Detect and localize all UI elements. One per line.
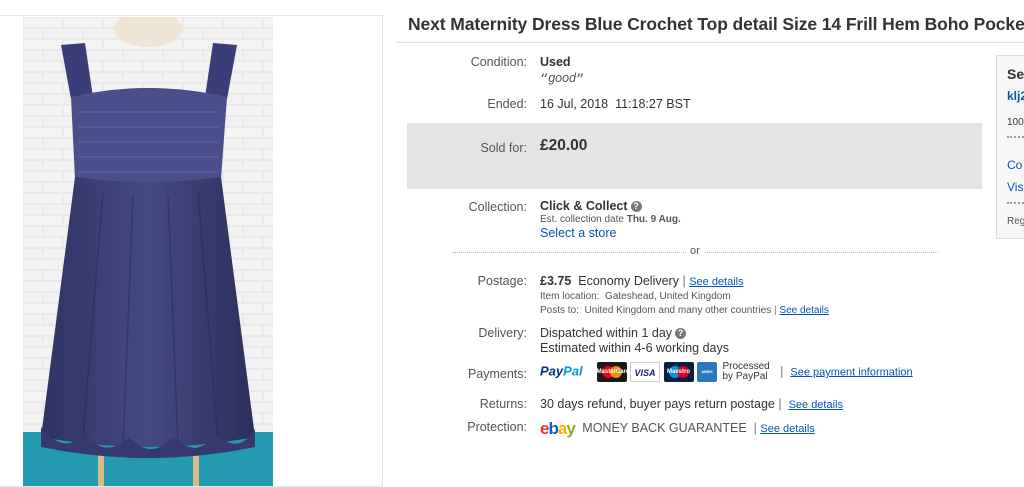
ended-time: 11:18:27 BST — [615, 97, 691, 111]
seller-divider — [1007, 136, 1024, 138]
returns-see-details-link[interactable]: See details — [789, 399, 843, 411]
sold-price: £20.00 — [540, 137, 588, 154]
item-location-value: Gateshead, United Kingdom — [605, 291, 731, 302]
seller-divider — [1007, 202, 1024, 204]
title-divider — [396, 42, 1024, 43]
ended-value: 16 Jul, 2018 11:18:27 BST — [540, 97, 691, 111]
ebay-logo-letter: b — [548, 419, 558, 438]
payments-methods: PayPal MasterCard VISA Maestro AMEX Proc… — [540, 362, 913, 382]
condition-value: Used — [540, 55, 571, 69]
amex-icon: AMEX — [697, 362, 718, 382]
visit-shop-link[interactable]: Vis — [1007, 180, 1023, 194]
contact-seller-link[interactable]: Co — [1007, 158, 1022, 172]
payments-label: Payments: — [467, 367, 527, 381]
protection-value: ebay MONEY BACK GUARANTEE | See details — [540, 419, 815, 439]
maestro-icon: Maestro — [663, 362, 694, 382]
collection-method: Click & Collect? — [540, 199, 642, 213]
sold-label: Sold for: — [480, 141, 527, 155]
posts-to-value: United Kingdom and many other countries — [584, 305, 772, 316]
product-photo[interactable] — [23, 17, 273, 486]
mastercard-icon: MasterCard — [596, 362, 630, 382]
condition-note-text: good — [548, 71, 576, 85]
seller-feedback-pct: 100 — [1007, 117, 1024, 128]
separator: | — [778, 397, 782, 411]
open-quote: “ — [540, 70, 549, 89]
delivery-dispatched: Dispatched within 1 day? — [540, 326, 687, 340]
postage-value: £3.75 Economy Delivery | See details — [540, 274, 744, 288]
ended-label: Ended: — [487, 97, 527, 111]
paypal-logo-part: Pal — [563, 363, 583, 379]
ebay-logo: ebay — [540, 419, 576, 438]
postage-price: £3.75 — [540, 274, 572, 288]
collection-method-text: Click & Collect — [540, 199, 628, 213]
protection-label: Protection: — [467, 420, 527, 434]
posts-to-label: Posts to: — [540, 305, 579, 316]
image-panel — [0, 15, 383, 487]
ended-date: 16 Jul, 2018 — [540, 97, 609, 111]
seller-title: Se — [1007, 66, 1024, 82]
item-location-label: Item location: — [540, 291, 600, 302]
money-back-guarantee: MONEY BACK GUARANTEE — [582, 421, 747, 435]
returns-label: Returns: — [479, 397, 527, 411]
condition-label: Condition: — [470, 55, 527, 69]
collection-est-date: Thu. 9 Aug. — [626, 214, 681, 225]
visa-icon: VISA — [630, 362, 661, 382]
card-label: AMEX — [701, 369, 713, 374]
processed-line-2: by PayPal — [722, 371, 768, 382]
processed-by-paypal: Processed by PayPal — [723, 362, 770, 382]
separator: | — [753, 421, 757, 435]
collection-label: Collection: — [468, 200, 527, 214]
protection-see-details-link[interactable]: See details — [760, 423, 814, 435]
postage-service: Economy Delivery — [578, 274, 679, 288]
postage-label: Postage: — [477, 274, 527, 288]
paypal-logo-part: Pay — [540, 363, 564, 379]
paypal-logo: PayPal — [540, 363, 583, 378]
delivery-label: Delivery: — [478, 326, 527, 340]
seller-info-box: Se klj2 100 Co Vis Reg — [996, 55, 1024, 239]
posts-to: Posts to: United Kingdom and many other … — [540, 305, 829, 316]
returns-text: 30 days refund, buyer pays return postag… — [540, 397, 775, 411]
separator: | — [682, 274, 686, 288]
collection-est-label: Est. collection date — [540, 214, 624, 225]
dress-image — [23, 17, 273, 486]
seller-registered: Reg — [1007, 216, 1024, 227]
seller-name-link[interactable]: klj2 — [1007, 89, 1024, 103]
help-icon[interactable]: ? — [630, 201, 642, 212]
or-text: or — [686, 245, 704, 257]
close-quote: ” — [576, 70, 585, 89]
card-label: MasterCard — [596, 369, 630, 375]
item-title: Next Maternity Dress Blue Crochet Top de… — [408, 14, 1024, 34]
returns-value: 30 days refund, buyer pays return postag… — [540, 397, 843, 411]
delivery-dispatched-text: Dispatched within 1 day — [540, 326, 673, 340]
separator: | — [780, 364, 784, 379]
postage-see-details-link[interactable]: See details — [689, 276, 743, 288]
separator: | — [774, 305, 777, 316]
delivery-estimated: Estimated within 4-6 working days — [540, 341, 729, 355]
condition-note: “good” — [540, 70, 584, 89]
ebay-logo-letter: y — [566, 419, 576, 438]
posts-to-see-details-link[interactable]: See details — [779, 305, 828, 316]
help-icon[interactable]: ? — [675, 328, 687, 339]
sold-for-box — [407, 123, 982, 189]
see-payment-info-link[interactable]: See payment information — [790, 366, 912, 378]
card-label: Maestro — [667, 369, 691, 375]
select-store-link[interactable]: Select a store — [540, 226, 616, 240]
collection-estimate: Est. collection date Thu. 9 Aug. — [540, 214, 681, 225]
item-location: Item location: Gateshead, United Kingdom — [540, 291, 731, 302]
